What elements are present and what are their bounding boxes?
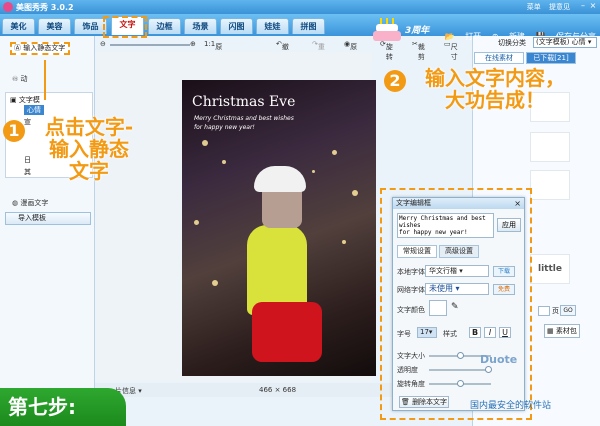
resize-button[interactable]: ▭ 尺寸 <box>444 40 458 61</box>
material-pack-button[interactable]: ▦ 素材包 <box>544 324 580 338</box>
crop-button[interactable]: ✂ 裁剪 <box>412 40 425 61</box>
tree-item-mood[interactable]: 心情 <box>24 105 44 115</box>
tab-online-materials[interactable]: 在线素材 <box>474 52 524 64</box>
photo-subtitle-text[interactable]: Merry Christmas and best wishes for happ… <box>194 114 294 132</box>
tree-root[interactable]: ▣ 文字模 <box>10 95 40 105</box>
template-thumb[interactable] <box>530 170 570 200</box>
app-logo-icon <box>3 2 13 12</box>
title-bar: 美图秀秀 3.0.2 菜单 提意见 – × <box>0 0 600 14</box>
close-window-icon[interactable]: × <box>588 1 598 11</box>
highlight-input-button <box>8 40 76 60</box>
category-select[interactable]: (文字模板) 心情 ▾ <box>533 37 597 48</box>
template-thumb[interactable] <box>530 132 570 162</box>
dynamic-text-item[interactable]: ♾ 动 <box>12 74 28 84</box>
redo-button[interactable]: ↷ 重做 <box>312 40 325 61</box>
zoom-in-icon[interactable]: ⊕ <box>190 40 196 48</box>
zoom-out-icon[interactable]: ⊖ <box>100 40 106 48</box>
edit-subbar: ⊖ ⊕ 1:1 原大 ↶ 撤销 ↷ 重做 ◉ 原图 ⟳ 旋转 ✂ 裁剪 ▭ 尺寸 <box>100 38 470 61</box>
photo-title-text[interactable]: Christmas Eve <box>192 94 295 110</box>
tab-8[interactable]: 拼图 <box>292 18 325 34</box>
template-thumb-little[interactable]: little <box>530 254 570 284</box>
main-toolbar: 美化美容饰品文字边框场景闪图娃娃拼图 3周年 📂 打开 ⊕ 新建 💾 保存与分享 <box>0 14 600 41</box>
step-1-instruction: 点击文字- 输入静态 文字 <box>44 115 134 183</box>
watermark: Duote <box>480 353 518 366</box>
go-button[interactable]: GO <box>560 305 576 316</box>
menu-link-menu[interactable]: 菜单 <box>527 3 541 11</box>
arrow-line <box>44 60 46 100</box>
tab-7[interactable]: 娃娃 <box>256 18 289 34</box>
page-input[interactable] <box>538 306 550 316</box>
app-title: 美图秀秀 3.0.2 <box>16 3 74 12</box>
tab-1[interactable]: 美容 <box>38 18 71 34</box>
original-size-button[interactable]: 1:1 原大 <box>204 40 222 61</box>
minimize-icon[interactable]: – <box>578 1 588 11</box>
original-image-button[interactable]: ◉ 原图 <box>344 40 357 61</box>
page-label: 页 <box>552 307 559 315</box>
comic-text-item[interactable]: ◍ 漫画文字 <box>12 198 48 208</box>
menu-link-feedback[interactable]: 提意见 <box>549 3 570 11</box>
highlight-editor <box>380 188 532 420</box>
highlight-text-tab <box>103 16 147 38</box>
tab-6[interactable]: 闪图 <box>220 18 253 34</box>
tab-downloaded[interactable]: 已下载[21] <box>526 52 576 64</box>
switch-category-label: 切换分类 <box>498 39 526 47</box>
anniversary-label: 3周年 <box>405 26 430 36</box>
menu-links: 菜单 提意见 <box>521 2 570 12</box>
tab-0[interactable]: 美化 <box>2 18 35 34</box>
tab-5[interactable]: 场景 <box>184 18 217 34</box>
photo-preview[interactable]: Christmas Eve Merry Christmas and best w… <box>182 80 376 376</box>
zoom-slider[interactable] <box>110 44 190 46</box>
step-2-instruction: 输入文字内容， 大功告成！ <box>425 66 565 112</box>
step-badge: 第七步: <box>0 388 126 426</box>
undo-button[interactable]: ↶ 撤销 <box>276 40 289 61</box>
tab-4[interactable]: 边框 <box>148 18 181 34</box>
rotate-button[interactable]: ⟳ 旋转 <box>380 40 393 61</box>
image-dimensions: 466 × 668 <box>259 386 297 394</box>
footer-site-text: 国内最安全的软件站 <box>470 401 552 411</box>
import-template-button[interactable]: 导入模板 <box>5 212 91 225</box>
